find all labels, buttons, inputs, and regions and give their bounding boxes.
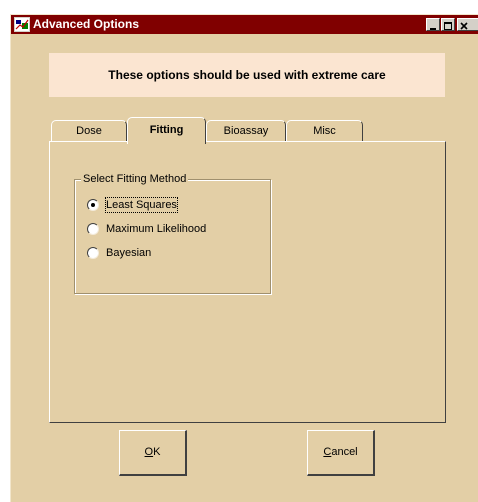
- radio-selected-dot: [91, 203, 95, 207]
- tab-dose[interactable]: Dose: [51, 120, 127, 142]
- tab-bioassay[interactable]: Bioassay: [206, 120, 286, 142]
- window-title: Advanced Options: [33, 17, 140, 31]
- warning-banner: These options should be used with extrem…: [49, 53, 445, 97]
- radio-label-least-squares[interactable]: Least Squares: [105, 197, 178, 213]
- maximize-icon: [444, 22, 452, 30]
- radio-label-maximum-likelihood[interactable]: Maximum Likelihood: [106, 222, 206, 236]
- minimize-icon: [430, 28, 436, 30]
- ok-button[interactable]: OK: [119, 430, 187, 476]
- advanced-options-window: Advanced Options These options should be…: [10, 14, 478, 502]
- warning-text: These options should be used with extrem…: [108, 68, 386, 82]
- ok-button-mnemonic: O: [144, 446, 154, 458]
- tab-misc[interactable]: Misc: [286, 120, 363, 142]
- tab-fitting[interactable]: Fitting: [127, 117, 206, 144]
- cancel-button[interactable]: Cancel: [307, 430, 375, 476]
- ok-button-label: K: [153, 446, 161, 458]
- close-button[interactable]: [457, 18, 478, 31]
- app-icon[interactable]: [14, 17, 30, 32]
- radio-button[interactable]: [87, 223, 99, 235]
- fitting-method-group-label: Select Fitting Method: [81, 172, 189, 186]
- close-icon: [460, 22, 468, 30]
- title-bar[interactable]: Advanced Options: [11, 15, 478, 34]
- radio-button[interactable]: [87, 247, 99, 259]
- fitting-tab-panel: Select Fitting Method Least Squares Maxi…: [49, 141, 446, 423]
- maximize-button[interactable]: [441, 18, 455, 31]
- cancel-button-label: ancel: [331, 446, 358, 458]
- radio-label-bayesian[interactable]: Bayesian: [106, 246, 151, 260]
- radio-button-selected[interactable]: [87, 199, 99, 211]
- fitting-method-group: Select Fitting Method Least Squares Maxi…: [74, 172, 271, 294]
- minimize-button[interactable]: [426, 18, 440, 31]
